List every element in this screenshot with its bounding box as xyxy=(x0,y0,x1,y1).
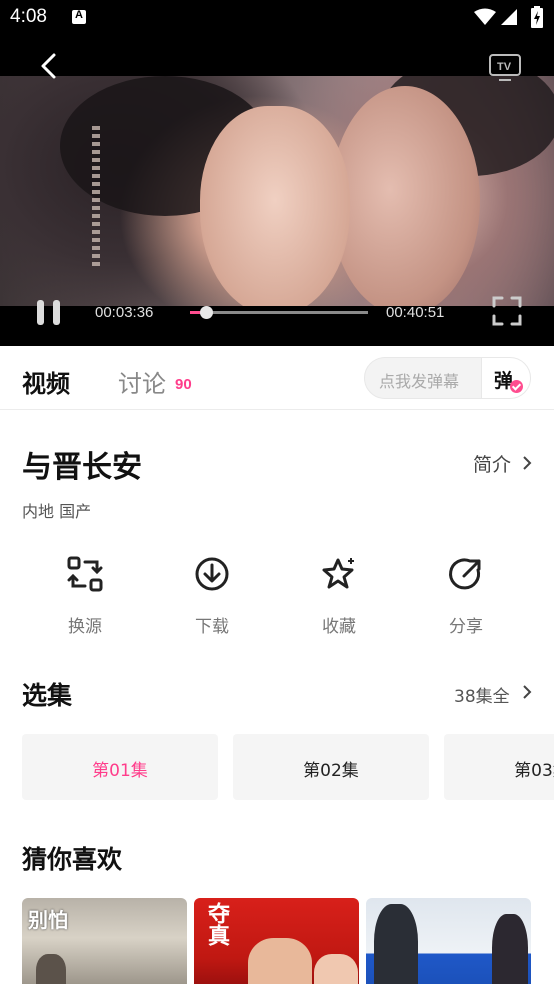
pause-bar-2 xyxy=(53,300,60,325)
favorite-button[interactable]: 收藏 xyxy=(294,556,384,637)
show-title: 与晋长安 xyxy=(22,450,142,485)
recommend-art-figure-left xyxy=(374,904,418,984)
signal-icon xyxy=(501,9,517,25)
status-time: 4:08 xyxy=(10,6,47,27)
danmu-input[interactable]: 点我发弹幕 弹 xyxy=(364,357,531,399)
recommend-art-face-2 xyxy=(314,954,358,984)
recommend-card[interactable]: 别怕 xyxy=(22,898,187,984)
content-tabs: 视频 讨论 90 点我发弹幕 弹 xyxy=(0,346,554,410)
current-time: 00:03:36 xyxy=(95,304,154,321)
tab-video[interactable]: 视频 xyxy=(22,364,70,399)
episode-label: 第01集 xyxy=(92,761,148,781)
episode-card[interactable]: 第01集 xyxy=(22,734,218,800)
video-shape-earring xyxy=(92,126,100,266)
episodes-title: 选集 xyxy=(22,681,73,710)
svg-text:TV: TV xyxy=(497,61,512,73)
recommend-card-title: 夺真 xyxy=(204,902,229,946)
recommend-art-face-1 xyxy=(248,938,312,984)
switch-source-button[interactable]: 换源 xyxy=(40,556,130,637)
seek-thumb[interactable] xyxy=(199,306,213,319)
back-arrow-icon[interactable] xyxy=(36,52,64,80)
intro-link[interactable]: 简介 xyxy=(473,450,511,477)
recommend-art-figure xyxy=(36,954,66,984)
video-frame xyxy=(0,76,554,306)
video-player[interactable]: TV 00:03:36 00:40:51 xyxy=(0,36,554,346)
video-detail-page: 4:08 TV 00:03:36 00:40:51 xyxy=(0,0,554,984)
episode-label: 第03集 xyxy=(514,761,554,781)
danmu-toggle-button[interactable]: 弹 xyxy=(481,358,530,398)
share-button[interactable]: 分享 xyxy=(421,556,511,637)
status-bar: 4:08 xyxy=(0,0,554,36)
duration-time: 00:40:51 xyxy=(386,304,445,321)
download-label: 下载 xyxy=(195,617,229,637)
wifi-icon xyxy=(474,8,496,25)
check-badge-icon xyxy=(510,380,523,393)
switch-source-label: 换源 xyxy=(68,617,102,637)
download-icon xyxy=(195,557,229,591)
recommend-art-figure-right xyxy=(492,914,528,984)
chevron-right-icon[interactable] xyxy=(520,685,534,699)
fullscreen-icon[interactable] xyxy=(492,296,522,326)
seek-bar[interactable] xyxy=(190,306,368,319)
recommend-card[interactable]: 夺真 xyxy=(194,898,359,984)
notification-icon xyxy=(72,9,86,24)
video-shape-face-left xyxy=(200,106,350,306)
favorite-star-icon xyxy=(322,558,354,589)
episode-label: 第02集 xyxy=(303,761,359,781)
pause-bar-1 xyxy=(37,300,44,325)
episodes-all-link[interactable]: 38集全 xyxy=(454,682,510,707)
player-controls: 00:03:36 00:40:51 xyxy=(0,292,554,332)
tv-cast-icon[interactable]: TV xyxy=(488,52,522,82)
battery-icon xyxy=(531,6,543,28)
video-shape-face-right xyxy=(330,86,480,306)
favorite-label: 收藏 xyxy=(322,617,356,637)
chevron-right-icon[interactable] xyxy=(520,456,534,470)
download-button[interactable]: 下载 xyxy=(167,556,257,637)
share-label: 分享 xyxy=(449,617,483,637)
recommend-card[interactable] xyxy=(366,898,531,984)
episode-card[interactable]: 第03集 xyxy=(444,734,554,800)
recommend-title: 猜你喜欢 xyxy=(22,845,123,874)
discussion-count-badge: 90 xyxy=(175,376,192,393)
tab-discussion[interactable]: 讨论 xyxy=(118,364,166,399)
show-meta: 内地 国产 xyxy=(22,502,92,521)
danmu-placeholder: 点我发弹幕 xyxy=(379,372,460,391)
episode-card[interactable]: 第02集 xyxy=(233,734,429,800)
recommend-card-title: 别怕 xyxy=(28,908,68,932)
pause-button[interactable] xyxy=(34,298,64,328)
switch-source-icon xyxy=(67,556,103,592)
share-icon xyxy=(449,558,481,590)
